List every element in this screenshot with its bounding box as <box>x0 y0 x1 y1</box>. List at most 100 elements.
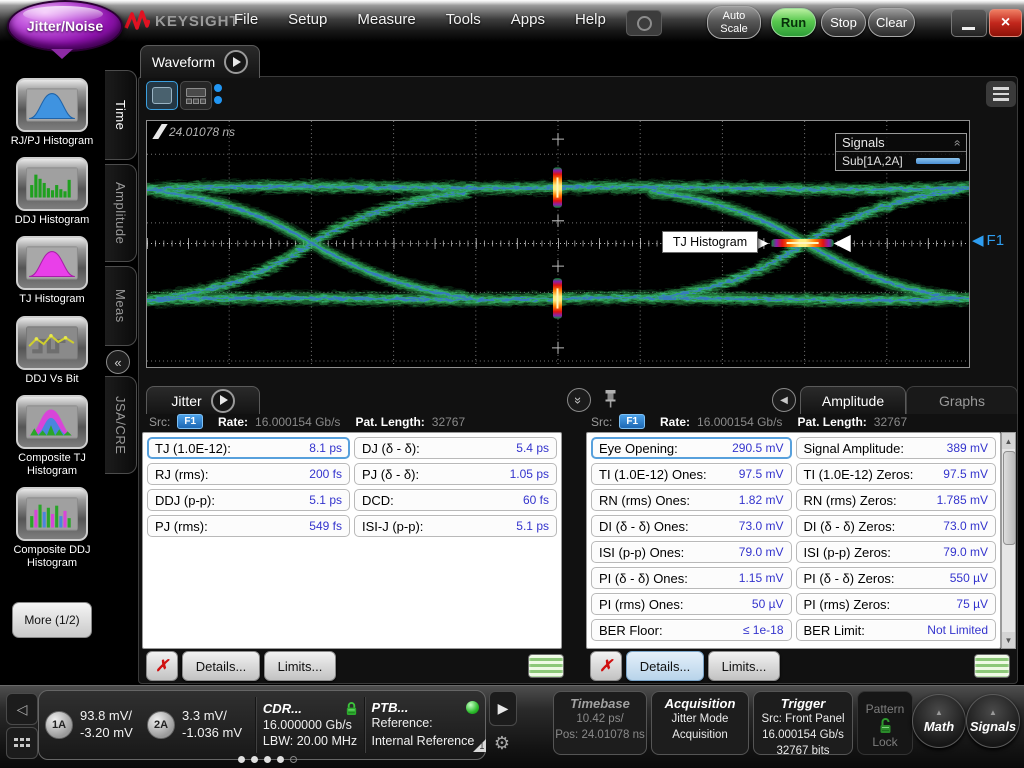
channel-scale: 3.3 mV/ <box>182 708 227 723</box>
close-button[interactable]: × <box>989 9 1022 37</box>
sidebar-item-tj-histogram[interactable]: TJ Histogram <box>3 236 101 306</box>
tab-graphs[interactable]: Graphs <box>906 386 1018 414</box>
channel-2a[interactable]: 2A 3.3 mV/ -1.036 mV <box>147 708 249 742</box>
gear-icon[interactable]: ⚙ <box>489 728 515 758</box>
timebase-panel[interactable]: Timebase 10.42 ps/ Pos: 24.01078 ns <box>553 691 647 755</box>
measurement-chip[interactable]: PI (rms) Zeros: 75 µV <box>796 593 997 615</box>
f1-source-marker[interactable]: ◀ F1 <box>972 231 1004 249</box>
jitter-remove-button[interactable]: ✗ <box>146 651 178 681</box>
tab-jitter[interactable]: Jitter <box>146 386 260 414</box>
play-icon[interactable] <box>224 50 248 74</box>
jitter-details-button[interactable]: Details... <box>182 651 260 681</box>
stop-button[interactable]: Stop <box>821 8 866 37</box>
sidebar-item-ddj-histogram[interactable]: DDJ Histogram <box>3 157 101 227</box>
tab-time[interactable]: Time <box>105 70 137 160</box>
pin-icon[interactable] <box>604 389 617 408</box>
play-icon[interactable] <box>211 389 235 413</box>
amplitude-scroll-left-button[interactable]: ◀ <box>772 388 796 412</box>
pattern-lock-panel[interactable]: Pattern Lock <box>857 691 913 755</box>
measurement-chip[interactable]: RN (rms) Zeros: 1.785 mV <box>796 489 997 511</box>
amplitude-remove-button[interactable]: ✗ <box>590 651 622 681</box>
cdr-panel[interactable]: CDR... 16.000000 Gb/s LBW: 20.00 MHz <box>263 701 358 750</box>
blue-dot-icon <box>214 96 222 104</box>
amplitude-status-led[interactable] <box>974 654 1010 678</box>
measurement-chip[interactable]: PJ (rms): 549 fs <box>147 515 350 537</box>
run-button[interactable]: Run <box>771 8 816 37</box>
waveform-menu-button[interactable] <box>986 81 1016 107</box>
clear-button[interactable]: Clear <box>868 8 915 37</box>
measurement-chip[interactable]: BER Floor: ≤ 1e-18 <box>591 619 792 641</box>
measurement-chip[interactable]: BER Limit: Not Limited <box>796 619 997 641</box>
tab-meas[interactable]: Meas <box>105 266 137 346</box>
measurement-chip[interactable]: PI (δ - δ) Zeros: 550 µV <box>796 567 997 589</box>
menu-tools[interactable]: Tools <box>446 11 481 28</box>
measurement-chip[interactable]: DDJ (p-p): 5.1 ps <box>147 489 350 511</box>
amplitude-details-button[interactable]: Details... <box>626 651 704 681</box>
tab-waveform[interactable]: Waveform <box>140 45 260 78</box>
scroll-panels-right-button[interactable]: ▶ <box>489 691 517 726</box>
measurement-chip[interactable]: DI (δ - δ) Zeros: 73.0 mV <box>796 515 997 537</box>
measurement-chip[interactable]: Eye Opening: 290.5 mV <box>591 437 792 459</box>
measurement-chip[interactable]: ISI (p-p) Ones: 79.0 mV <box>591 541 792 563</box>
jitter-limits-button[interactable]: Limits... <box>264 651 336 681</box>
measurement-chip[interactable]: Signal Amplitude: 389 mV <box>796 437 997 459</box>
channel-1a[interactable]: 1A 93.8 mV/ -3.20 mV <box>45 708 147 742</box>
minimize-button[interactable] <box>951 9 987 37</box>
menu-setup[interactable]: Setup <box>288 11 327 28</box>
sidebar-item-composite-tj-histogram[interactable]: Composite TJ Histogram <box>3 395 101 478</box>
measurement-chip[interactable]: ISI-J (p-p): 5.1 ps <box>354 515 557 537</box>
sidebar-item-composite-ddj-histogram[interactable]: Composite DDJ Histogram <box>3 487 101 570</box>
timebase-title: Timebase <box>554 696 646 711</box>
camera-icon[interactable] <box>626 10 662 36</box>
scrollbar-thumb[interactable] <box>1003 451 1016 545</box>
panel-collapse-button[interactable]: » <box>567 388 591 412</box>
sidebar-collapse-icon[interactable]: « <box>106 350 130 374</box>
more-pages-button[interactable]: More (1/2) <box>12 602 92 638</box>
measurement-chip[interactable]: ISI (p-p) Zeros: 79.0 mV <box>796 541 997 563</box>
up-triangle-icon: ▲ <box>935 709 943 717</box>
measurement-chip[interactable]: TI (1.0E-12) Zeros: 97.5 mV <box>796 463 997 485</box>
menu-measure[interactable]: Measure <box>357 11 415 28</box>
signals-button[interactable]: ▲ Signals <box>966 694 1020 748</box>
measurement-chip[interactable]: TI (1.0E-12) Ones: 97.5 mV <box>591 463 792 485</box>
sidebar-item-rjpj-histogram[interactable]: RJ/PJ Histogram <box>3 78 101 148</box>
measurement-chip[interactable]: PI (δ - δ) Ones: 1.15 mV <box>591 567 792 589</box>
measurement-chip[interactable]: DCD: 60 fs <box>354 489 557 511</box>
measurement-chip[interactable]: DJ (δ - δ): 5.4 ps <box>354 437 557 459</box>
measurement-chip[interactable]: PI (rms) Ones: 50 µV <box>591 593 792 615</box>
scroll-up-icon[interactable]: ▲ <box>1002 433 1015 449</box>
acquisition-panel[interactable]: Acquisition Jitter Mode Acquisition <box>651 691 749 755</box>
app-menu-button[interactable]: Jitter/Noise <box>7 0 123 52</box>
ptb-panel[interactable]: PTB... Reference: Internal Reference 1 <box>372 700 480 749</box>
amplitude-scrollbar[interactable]: ▲ ▼ <box>1001 432 1016 649</box>
channel-grid-button[interactable] <box>6 727 38 759</box>
measurement-chip[interactable]: TJ (1.0E-12): 8.1 ps <box>147 437 350 459</box>
sidebar-item-ddj-vs-bit[interactable]: DDJ Vs Bit <box>3 316 101 386</box>
tab-amplitude[interactable]: Amplitude <box>800 386 906 414</box>
legend-collapse-icon[interactable]: » <box>950 139 964 146</box>
single-view-button[interactable] <box>146 81 178 110</box>
trigger-panel[interactable]: Trigger Src: Front Panel 16.000154 Gb/s … <box>753 691 853 755</box>
menu-help[interactable]: Help <box>575 11 606 28</box>
amplitude-limits-button[interactable]: Limits... <box>708 651 780 681</box>
measurement-chip[interactable]: PJ (δ - δ): 1.05 ps <box>354 463 557 485</box>
tab-jsa-cre[interactable]: JSA/CRE <box>105 376 137 474</box>
scroll-panels-left-button[interactable]: ◁ <box>6 693 38 725</box>
tj-histogram-flag[interactable]: TJ Histogram <box>662 231 758 253</box>
chevron-down-icon: » <box>571 396 586 403</box>
jitter-status-led[interactable] <box>528 654 564 678</box>
tab-amplitude-side[interactable]: Amplitude <box>105 164 137 262</box>
measurement-chip[interactable]: RN (rms) Ones: 1.82 mV <box>591 489 792 511</box>
measurement-chip[interactable]: RJ (rms): 200 fs <box>147 463 350 485</box>
scroll-down-icon[interactable]: ▼ <box>1002 632 1015 648</box>
measurement-chip[interactable]: DI (δ - δ) Ones: 73.0 mV <box>591 515 792 537</box>
menu-file[interactable]: File <box>234 11 258 28</box>
math-button[interactable]: ▲ Math <box>912 694 966 748</box>
menu-apps[interactable]: Apps <box>511 11 545 28</box>
measurement-value: 5.1 ps <box>516 519 549 533</box>
measurement-label: PI (δ - δ) Zeros: <box>804 571 895 586</box>
page-dots[interactable] <box>238 756 297 763</box>
split-view-button[interactable] <box>180 81 212 110</box>
view-options-handle[interactable] <box>214 84 222 104</box>
auto-scale-button[interactable]: Auto Scale <box>707 6 761 39</box>
